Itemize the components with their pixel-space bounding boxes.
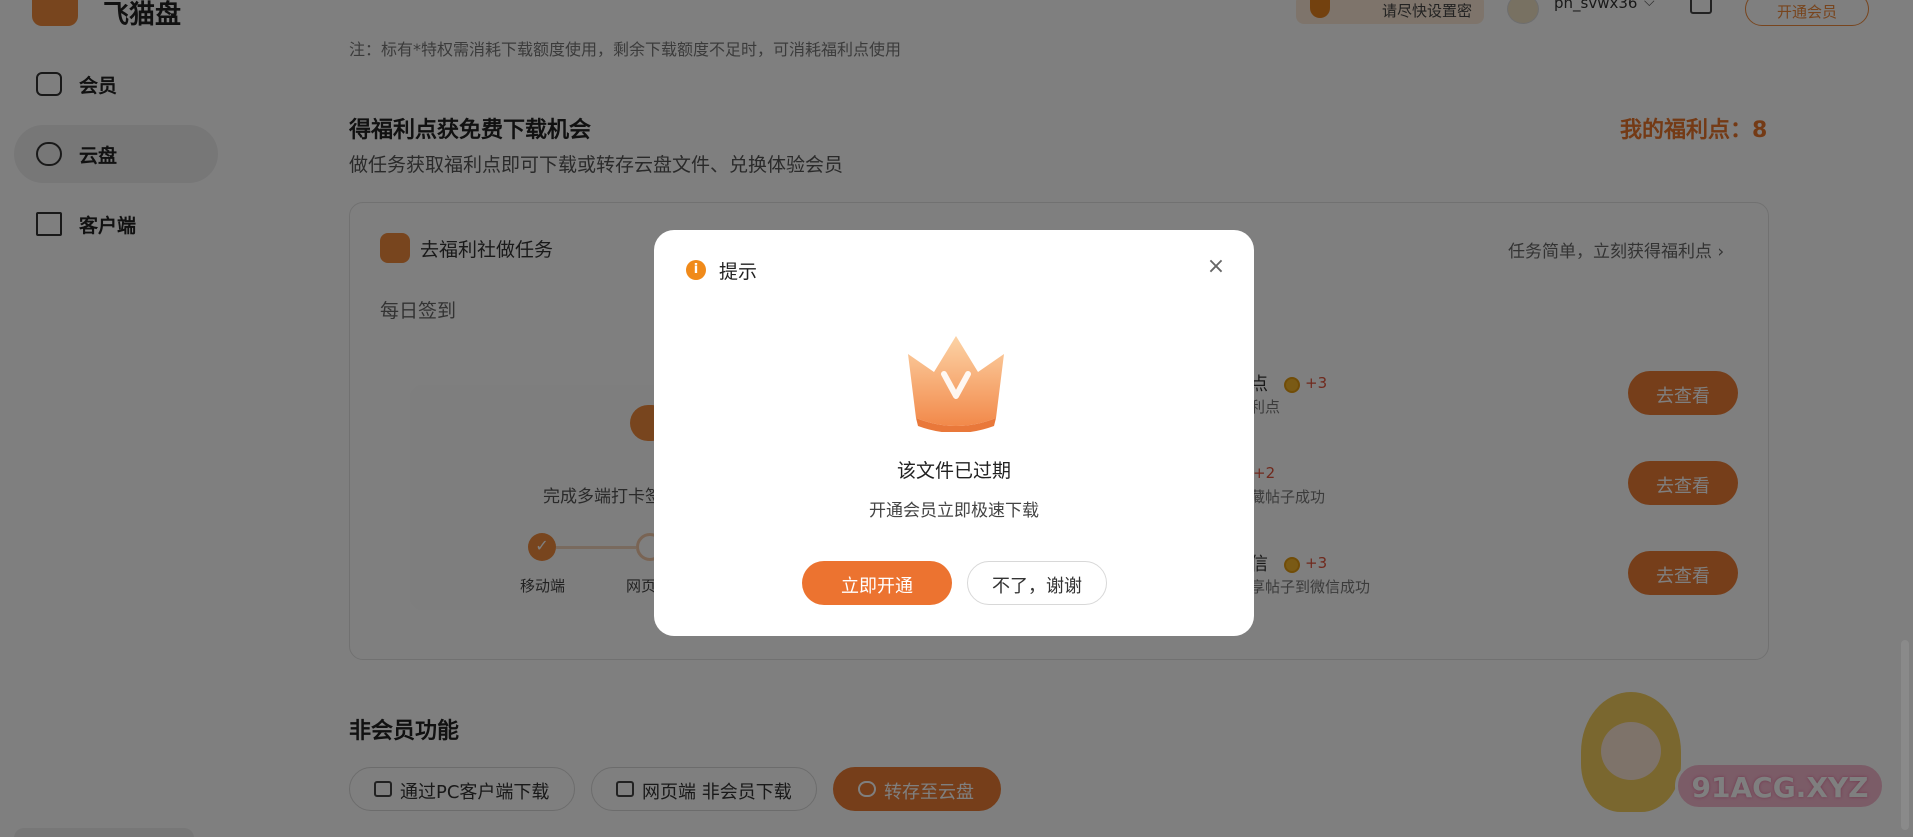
dialog-submessage: 开通会员立即极速下载 bbox=[869, 501, 1039, 521]
no-thanks-button[interactable]: 不了，谢谢 bbox=[967, 561, 1107, 605]
dialog-title: 提示 bbox=[719, 261, 758, 283]
open-now-button[interactable]: 立即开通 bbox=[802, 561, 952, 605]
crown-icon bbox=[908, 336, 1004, 432]
expired-file-dialog: i 提示 × 该文件已过期 开通会员立即极速下载 立即开通 不了，谢谢 bbox=[654, 230, 1254, 636]
scrollbar[interactable] bbox=[1901, 640, 1909, 830]
dialog-message: 该文件已过期 bbox=[896, 460, 1011, 482]
info-icon: i bbox=[686, 260, 706, 280]
close-icon[interactable]: × bbox=[1203, 254, 1229, 282]
